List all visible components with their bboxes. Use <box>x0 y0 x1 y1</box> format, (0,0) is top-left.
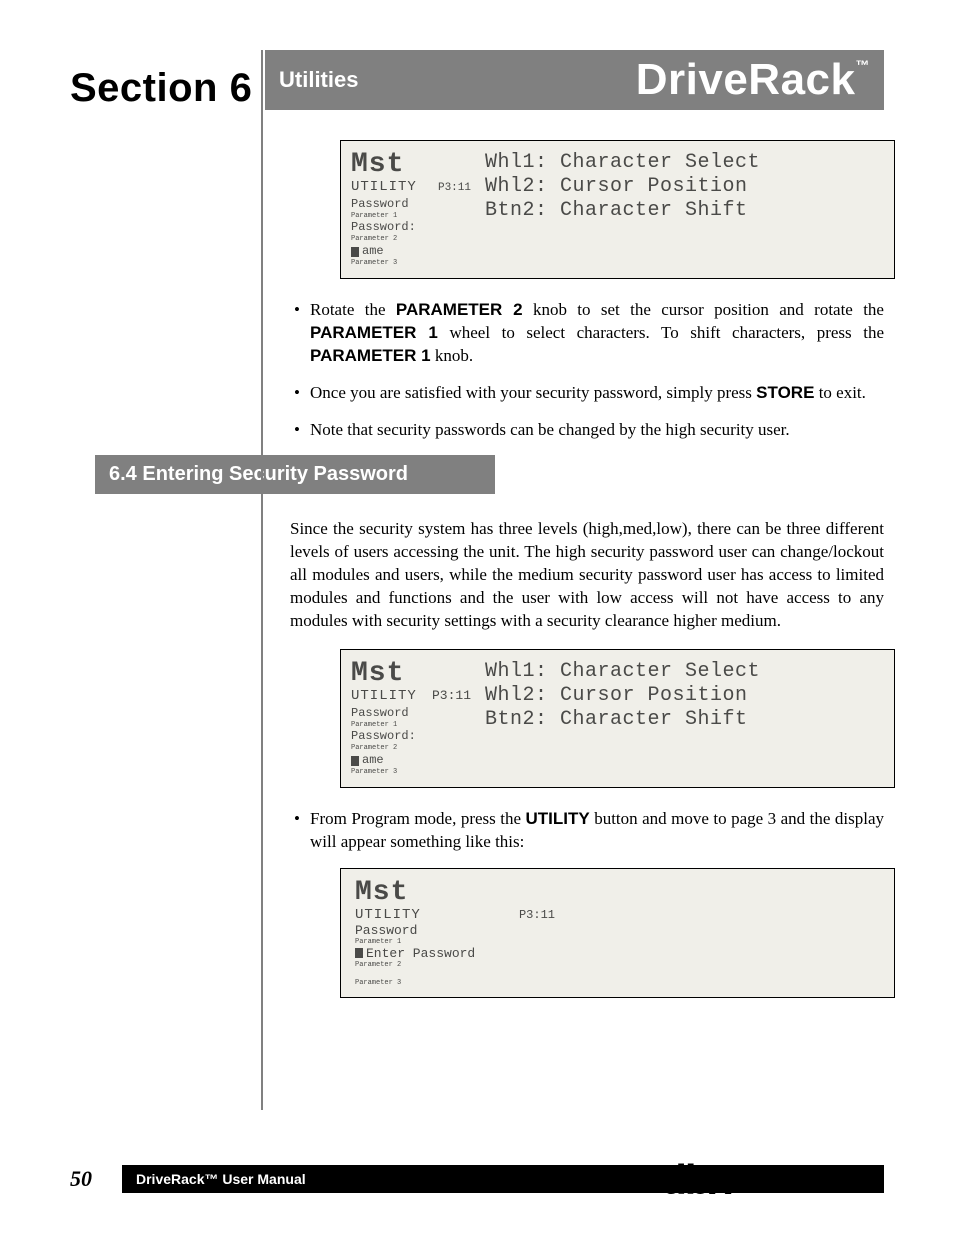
lcd1-param3: Parameter 3 <box>351 259 471 268</box>
bullet-1: • Rotate the PARAMETER 2 knob to set the… <box>290 299 884 368</box>
lcd1-param2: Parameter 2 <box>351 235 471 244</box>
lcd3-line2-row: Enter Password <box>355 946 555 961</box>
product-name: DriveRack™ <box>636 58 870 102</box>
lcd3-utility: UTILITY <box>355 907 421 923</box>
page-number: 50 <box>70 1166 122 1192</box>
dbx-tagline: PROFESSIONAL PRODUCTS <box>736 1184 884 1195</box>
bullet-3-text: Note that security passwords can be chan… <box>310 419 884 442</box>
lcd1-line2: Password: <box>351 220 471 235</box>
cursor-block-icon <box>355 948 363 958</box>
lcd2-param1: Parameter 1 <box>351 721 471 730</box>
lcd2-line2: Password: <box>351 729 471 744</box>
cursor-block-icon <box>351 756 359 766</box>
lcd3-line1: Password <box>355 923 555 938</box>
section-block: Section 6 <box>70 50 265 110</box>
lcd3-mode: Mst <box>355 879 555 907</box>
bullet-dot: • <box>290 382 300 405</box>
lcd2-param2: Parameter 2 <box>351 744 471 753</box>
lcd-display-3: Mst UTILITY P3:11 Password Parameter 1 E… <box>340 868 895 998</box>
lcd2-param3: Parameter 3 <box>351 768 471 777</box>
lcd2-page: P3:11 <box>432 688 471 704</box>
lcd3-param3: Parameter 3 <box>355 979 555 987</box>
lcd1-page: P3:11 <box>438 182 471 196</box>
lcd1-utility: UTILITY <box>351 179 417 197</box>
section-title: Section 6 <box>70 68 252 108</box>
bullet-2: • Once you are satisfied with your secur… <box>290 382 884 405</box>
bullet-dot: • <box>290 299 300 368</box>
lcd2-left: Mst UTILITY P3:11 Password Parameter 1 P… <box>351 660 471 777</box>
cursor-block-icon <box>351 247 359 257</box>
section-6-4-heading: 6.4 Entering Security Password <box>95 455 495 494</box>
lcd1-param1: Parameter 1 <box>351 212 471 221</box>
bullet-4: • From Program mode, press the UTILITY b… <box>290 808 884 854</box>
bullet-3: • Note that security passwords can be ch… <box>290 419 884 442</box>
bullet-dot: • <box>290 808 300 854</box>
bullet-4-text: From Program mode, press the UTILITY but… <box>310 808 884 854</box>
lcd2-mode: Mst <box>351 660 471 688</box>
lcd1-right: Whl1: Character Select Whl2: Cursor Posi… <box>485 151 880 268</box>
bullet-list-2: • From Program mode, press the UTILITY b… <box>290 808 884 854</box>
page-header: Section 6 Utilities DriveRack™ <box>70 50 884 110</box>
lcd2-line1: Password <box>351 706 471 721</box>
lcd3-param1: Parameter 1 <box>355 938 555 946</box>
footer-logo-block: dbx PROFESSIONAL PRODUCTS <box>661 1159 884 1201</box>
bullet-1-text: Rotate the PARAMETER 2 knob to set the c… <box>310 299 884 368</box>
lcd1-line3-row: ame <box>351 244 471 259</box>
dbx-logo: dbx <box>661 1159 730 1201</box>
lcd1-mode: Mst <box>351 151 471 179</box>
lcd-display-2: Mst UTILITY P3:11 Password Parameter 1 P… <box>340 649 895 788</box>
section-6-4-paragraph: Since the security system has three leve… <box>290 518 884 633</box>
lcd1-left: Mst UTILITY P3:11 Password Parameter 1 P… <box>351 151 471 268</box>
bullet-2-text: Once you are satisfied with your securit… <box>310 382 884 405</box>
vertical-rule <box>261 50 263 1110</box>
lcd1-line3: ame <box>362 244 384 259</box>
lcd2-utility: UTILITY <box>351 688 417 706</box>
trademark-symbol: ™ <box>856 57 871 73</box>
product-name-text: DriveRack <box>636 55 856 104</box>
utilities-label: Utilities <box>279 67 358 93</box>
lcd2-line3: ame <box>362 753 384 768</box>
bullet-list-1: • Rotate the PARAMETER 2 knob to set the… <box>290 299 884 442</box>
lcd3-page: P3:11 <box>519 908 555 922</box>
lcd-display-1: Mst UTILITY P3:11 Password Parameter 1 P… <box>340 140 895 279</box>
lcd3-line2: Enter Password <box>366 946 475 961</box>
lcd3-param2: Parameter 2 <box>355 961 555 969</box>
lcd1-line1: Password <box>351 197 471 212</box>
lcd2-line3-row: ame <box>351 753 471 768</box>
header-bar: Utilities DriveRack™ <box>265 50 884 110</box>
bullet-dot: • <box>290 419 300 442</box>
lcd2-right: Whl1: Character Select Whl2: Cursor Posi… <box>485 660 880 777</box>
